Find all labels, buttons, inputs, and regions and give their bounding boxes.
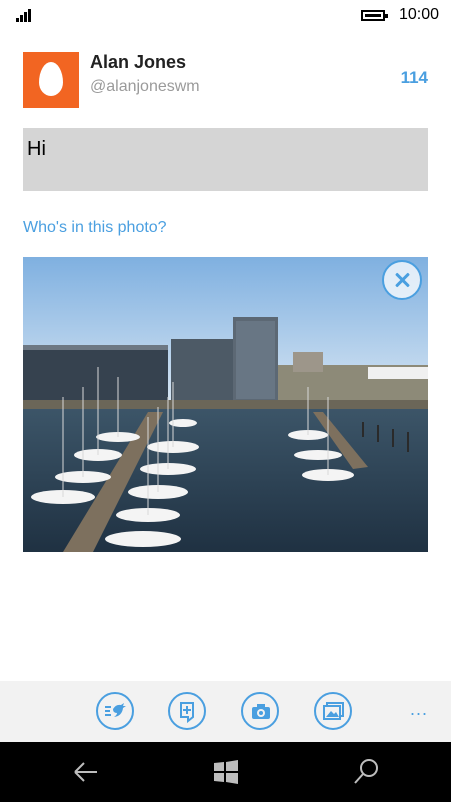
tweet-text: Hi — [27, 138, 46, 160]
user-handle: @alanjoneswm — [90, 78, 200, 95]
attached-photo — [23, 257, 428, 552]
remove-photo-button[interactable] — [382, 260, 422, 300]
draft-icon[interactable] — [168, 692, 206, 730]
user-name: Alan Jones — [90, 52, 187, 72]
clock: 10:00 — [399, 6, 440, 23]
more-options-button[interactable]: ... — [410, 699, 428, 720]
app-bar: ... — [0, 681, 451, 742]
windows-icon[interactable] — [211, 757, 241, 787]
back-icon[interactable] — [71, 757, 101, 787]
system-nav-bar — [0, 742, 451, 802]
status-bar: 10:00 — [0, 0, 451, 32]
avatar[interactable] — [23, 52, 79, 108]
battery-icon — [361, 10, 388, 21]
camera-icon[interactable] — [241, 692, 279, 730]
signal-icon — [16, 8, 36, 22]
tag-people-link[interactable]: Who's in this photo? — [23, 219, 167, 237]
tweet-input[interactable]: Hi — [23, 128, 428, 191]
gallery-icon[interactable] — [314, 692, 352, 730]
tweet-icon[interactable] — [96, 692, 134, 730]
search-icon[interactable] — [351, 757, 381, 787]
character-count: 114 — [400, 68, 428, 87]
